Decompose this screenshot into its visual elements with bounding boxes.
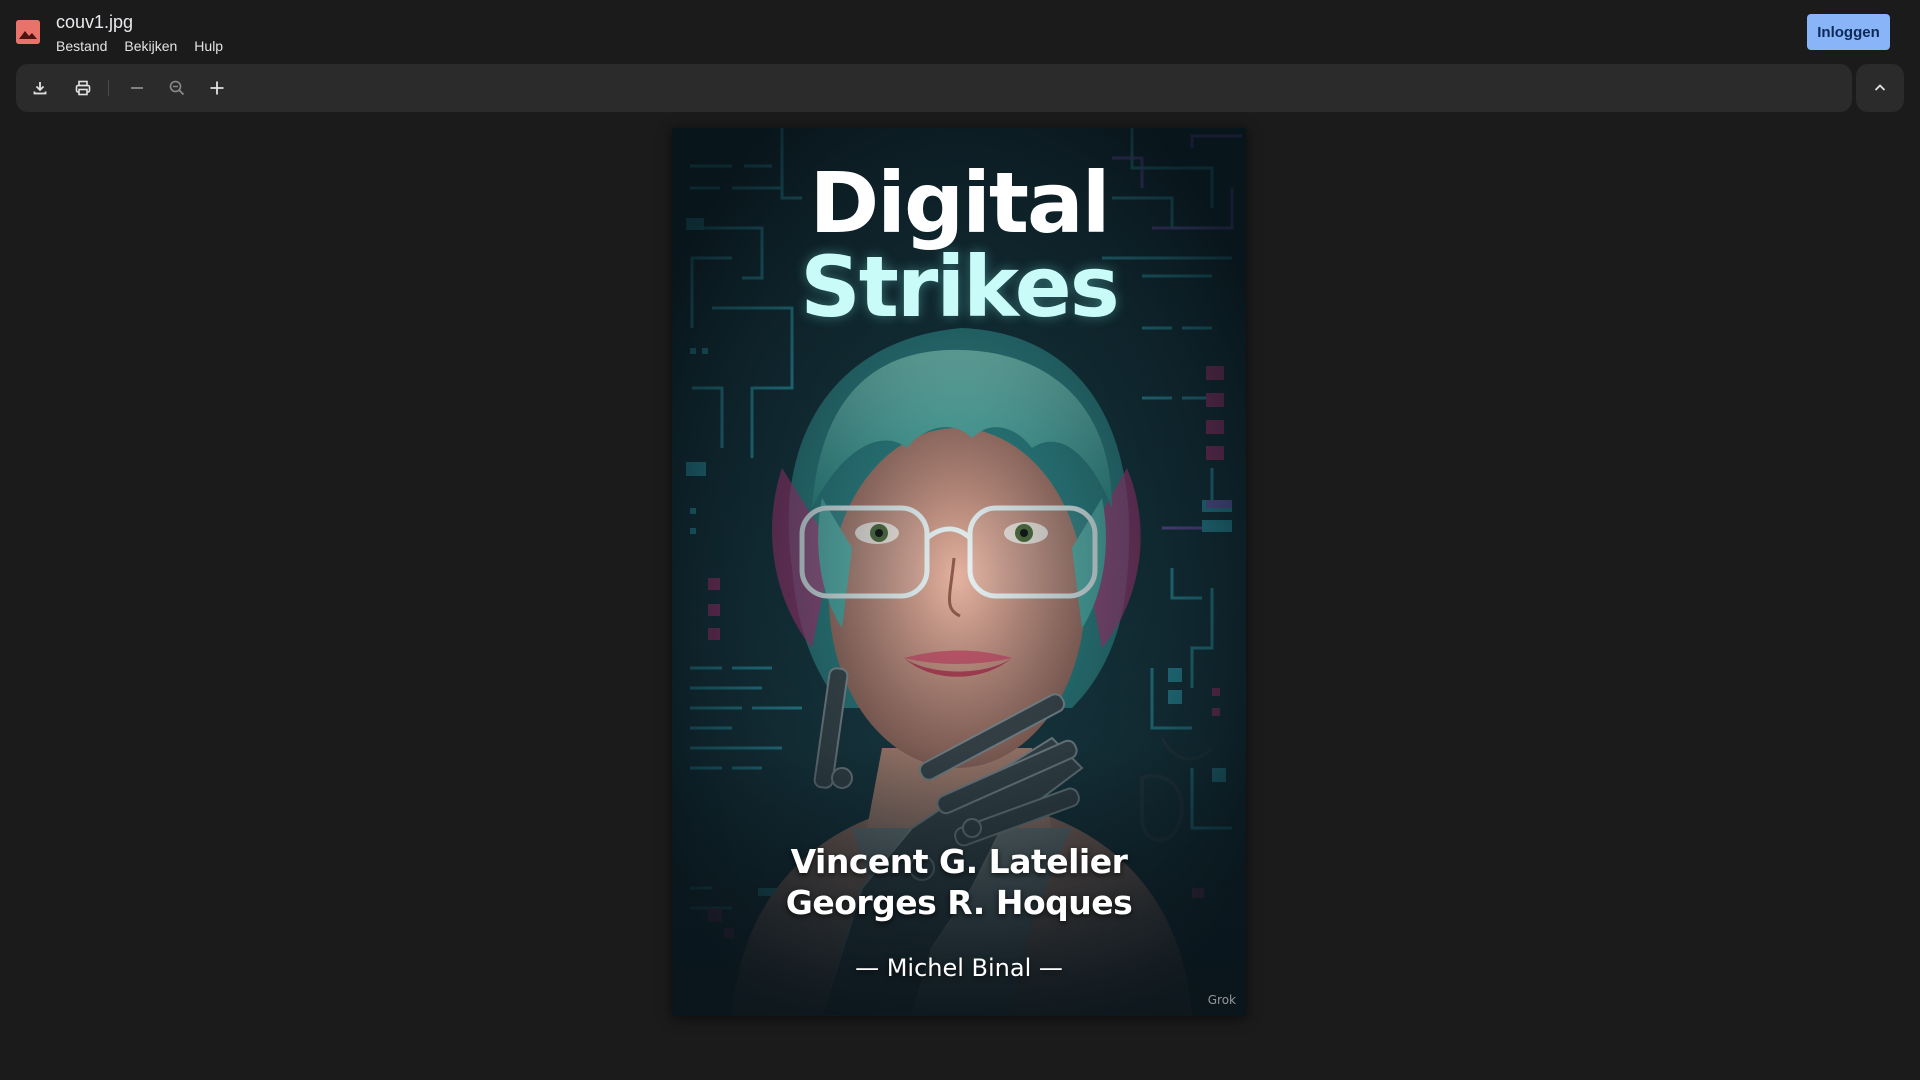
toolbar-divider [108,80,109,96]
print-button[interactable] [67,72,99,104]
app-header: couv1.jpg Bestand Bekijken Hulp Inloggen [0,0,1920,62]
menubar: Bestand Bekijken Hulp [56,37,240,55]
collapse-toolbar-button[interactable] [1856,64,1904,112]
file-name: couv1.jpg [56,12,134,32]
cover-illustrator: — Michel Binal — [855,954,1063,982]
menu-help[interactable]: Hulp [194,37,232,55]
cover-image: Digital Strikes Vincent G. Latelier Geor… [672,128,1246,1016]
cover-title-line2: Strikes [800,238,1119,336]
login-button[interactable]: Inloggen [1807,14,1890,50]
print-icon [75,80,91,96]
image-file-icon [16,20,40,44]
grok-watermark: Grok [1207,993,1236,1007]
zoom-in-icon [210,81,224,95]
download-icon [33,82,47,95]
zoom-out-button[interactable] [121,72,153,104]
download-button[interactable] [24,72,56,104]
chevron-up-icon [1874,84,1886,91]
zoom-out-icon [131,87,143,89]
cover-author-2: Georges R. Hoques [785,883,1133,922]
zoom-fit-button[interactable] [161,72,193,104]
menu-file[interactable]: Bestand [56,37,116,55]
cover-author-1: Vincent G. Latelier [790,842,1128,881]
menu-view[interactable]: Bekijken [124,37,186,55]
zoom-fit-icon [169,80,185,96]
viewer-toolbar [16,64,1852,112]
zoom-in-button[interactable] [201,72,233,104]
